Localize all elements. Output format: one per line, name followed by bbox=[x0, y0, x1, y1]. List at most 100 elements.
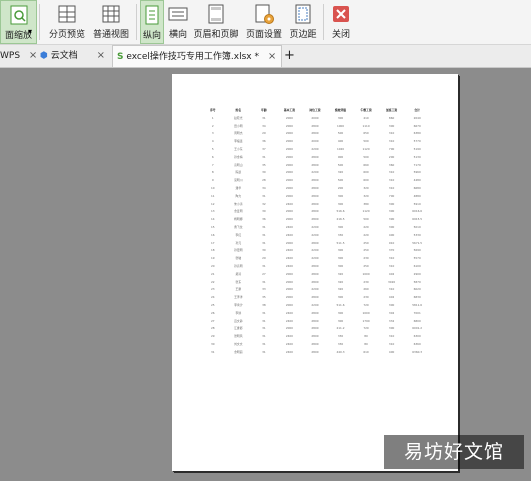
close-label: 关闭 bbox=[331, 30, 350, 40]
header-footer-button[interactable]: 页眉和页脚 bbox=[192, 0, 240, 44]
toolbar-divider bbox=[136, 4, 137, 40]
tab-active-workbook[interactable]: S excel操作技巧专用工作簿.xlsx * × bbox=[112, 45, 282, 67]
table-cell: 300 bbox=[337, 193, 344, 198]
column-header: 基本工资 bbox=[283, 108, 296, 112]
table-cell: 6300 bbox=[413, 334, 421, 339]
table-cell: 310 bbox=[388, 256, 395, 261]
table-cell: 402 bbox=[388, 271, 395, 276]
table-cell: 张敏 bbox=[235, 256, 242, 261]
toolbar-divider bbox=[39, 4, 40, 40]
table-cell: 2000 bbox=[285, 185, 293, 190]
table-cell: 260 bbox=[363, 287, 369, 292]
table-cell: 310 bbox=[388, 263, 395, 268]
landscape-button[interactable]: 横向 bbox=[166, 0, 190, 44]
table-cell: 300 bbox=[388, 123, 395, 128]
page-zoom-button[interactable]: 面缩放 bbox=[0, 0, 37, 44]
table-cell: 320 bbox=[337, 170, 344, 175]
table-cell: 2000 bbox=[285, 326, 293, 331]
chevron-down-icon[interactable]: ▾ bbox=[28, 27, 32, 36]
close-preview-button[interactable]: 关闭 bbox=[328, 0, 354, 44]
page-break-preview-icon bbox=[58, 5, 76, 23]
table-cell: 32 bbox=[262, 201, 266, 206]
table-cell: 390 bbox=[388, 217, 395, 222]
table-row: 16 李红 31 2400 2200 330 220 400 5330 bbox=[200, 232, 430, 240]
table-row: 17 孙元 31 2000 2800 511.5 250 910 5671.5 bbox=[200, 240, 430, 248]
table-cell: 张明风 bbox=[234, 334, 243, 339]
table-cell: 700 bbox=[388, 146, 395, 151]
table-cell: 6830 bbox=[413, 295, 421, 300]
margins-button[interactable]: 页边距 bbox=[287, 0, 319, 44]
table-cell: 2400 bbox=[285, 224, 293, 229]
table-cell: 36 bbox=[262, 217, 266, 222]
table-cell: 440.3 bbox=[336, 349, 345, 354]
tab-cloud-docs[interactable]: ⬢ 云文档 × bbox=[40, 45, 110, 67]
table-cell: 2800 bbox=[311, 209, 319, 214]
close-tab-icon[interactable]: × bbox=[29, 50, 37, 61]
tab-label: WPS bbox=[0, 51, 21, 61]
table-cell: 高明山 bbox=[234, 162, 243, 167]
table-cell: 2000 bbox=[285, 139, 293, 144]
table-cell: 2400 bbox=[285, 263, 293, 268]
table-cell: 300 bbox=[337, 248, 344, 253]
close-icon bbox=[333, 6, 349, 22]
table-cell: 刘文文 bbox=[234, 341, 243, 346]
table-cell: 200 bbox=[337, 185, 344, 190]
close-tab-icon[interactable]: × bbox=[97, 50, 105, 61]
portrait-button[interactable]: 纵向 bbox=[140, 0, 164, 44]
table-cell: 31 bbox=[262, 115, 266, 120]
table-cell: 13 bbox=[210, 209, 215, 214]
table-cell: 5690 bbox=[413, 248, 421, 253]
table-cell: 31 bbox=[262, 341, 266, 346]
table-cell: 5570 bbox=[413, 256, 421, 261]
table-cell: 720 bbox=[363, 302, 369, 307]
table-cell: 6360 bbox=[413, 341, 421, 346]
close-tab-icon[interactable]: × bbox=[268, 51, 276, 62]
table-cell: 2800 bbox=[311, 326, 319, 331]
table-cell: 402 bbox=[388, 295, 395, 300]
table-cell: 1110 bbox=[362, 123, 370, 128]
table-cell: 2800 bbox=[311, 178, 319, 183]
page-setup-button[interactable]: 页面设置 bbox=[243, 0, 285, 44]
table-cell: 2800 bbox=[311, 279, 319, 284]
tab-wps[interactable]: WPS × bbox=[0, 45, 38, 67]
table-cell: 6380 bbox=[413, 131, 421, 136]
table-cell: 11 bbox=[210, 193, 215, 198]
page-break-preview-button[interactable]: 分页预览 bbox=[47, 0, 87, 44]
table-cell: 332 bbox=[388, 318, 395, 323]
table-cell: 14 bbox=[210, 217, 215, 222]
table-cell: 300 bbox=[337, 263, 344, 268]
table-cell: 35 bbox=[262, 162, 266, 167]
normal-view-button[interactable]: 普通视图 bbox=[89, 0, 133, 44]
table-cell: 500 bbox=[363, 154, 369, 159]
margins-icon bbox=[295, 4, 311, 24]
table-cell: 1120 bbox=[362, 209, 370, 214]
column-header: 加班工资 bbox=[386, 108, 398, 112]
table-cell: 17 bbox=[210, 240, 215, 245]
table-cell: 李福连 bbox=[234, 139, 243, 144]
table-cell: 216.5 bbox=[336, 217, 345, 222]
table-cell: 28 bbox=[262, 178, 266, 183]
table-cell: 3 bbox=[211, 131, 214, 136]
table-cell: 2000 bbox=[285, 295, 293, 300]
table-row: 31 金明丽 31 2400 2800 440.3 610 400 6360.3 bbox=[200, 349, 430, 357]
print-preview-page: 序号 姓名 年龄 基本工资 岗位工资 绩效评级 午餐工资 加班工资 合计 1 赵晓光 31 2000 2… bbox=[172, 74, 458, 471]
table-cell: 6 bbox=[211, 154, 214, 159]
table-cell: 35 bbox=[262, 295, 266, 300]
table-cell: 31 bbox=[262, 240, 266, 245]
header-footer-icon bbox=[208, 4, 224, 24]
table-cell: 34 bbox=[262, 123, 266, 128]
table-cell: 31 bbox=[262, 193, 266, 198]
table-cell: 5910 bbox=[413, 201, 421, 206]
table-cell: 1000 bbox=[336, 123, 345, 128]
table-cell: 23 bbox=[210, 287, 215, 292]
table-cell: 16 bbox=[210, 232, 215, 237]
table-cell: 6360.3 bbox=[412, 349, 423, 354]
new-tab-button[interactable]: + bbox=[284, 45, 298, 67]
table-cell: 2000 bbox=[285, 217, 293, 222]
table-cell: 2800 bbox=[311, 310, 319, 315]
margins-label: 页边距 bbox=[289, 30, 317, 40]
spreadsheet-file-icon: S bbox=[117, 52, 124, 62]
table-cell: 2400 bbox=[285, 248, 293, 253]
table-cell: 孙金梅 bbox=[234, 154, 243, 159]
table-cell: 2800 bbox=[311, 263, 319, 268]
